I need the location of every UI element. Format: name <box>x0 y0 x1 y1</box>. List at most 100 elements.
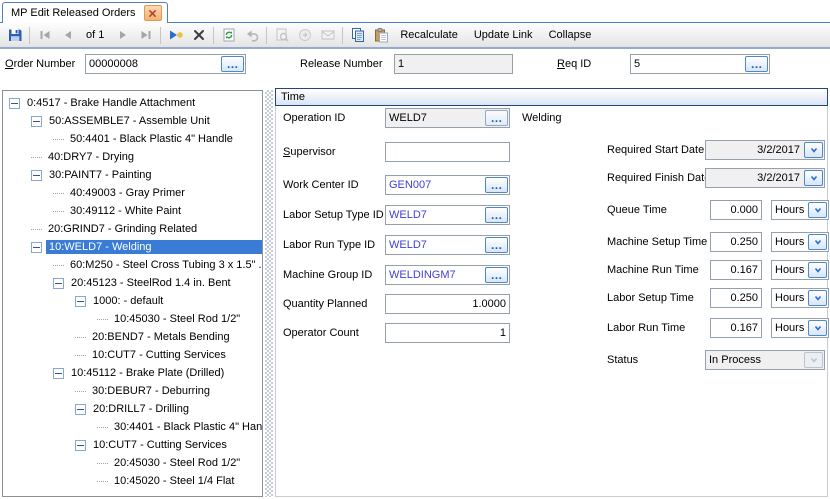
panel-splitter[interactable] <box>265 90 273 497</box>
supervisor-field <box>385 142 510 162</box>
first-record-button[interactable] <box>33 25 56 45</box>
collapse-toggle-icon[interactable] <box>75 296 86 307</box>
tree-connector <box>53 265 64 266</box>
tree-item[interactable]: 10:45112 - Brake Plate (Drilled) <box>3 364 262 382</box>
tree-item[interactable]: 50:ASSEMBLE7 - Assemble Unit <box>3 112 262 130</box>
machine-setup-time-label: Machine Setup Time <box>607 236 707 248</box>
new-record-button[interactable] <box>164 25 187 45</box>
operation-id-input[interactable] <box>386 109 484 127</box>
queue-time-unit-dropdown-button[interactable] <box>808 202 827 218</box>
tab-mp-edit-released-orders[interactable]: MP Edit Released Orders <box>2 2 168 23</box>
labor-run-time-unit-input[interactable] <box>772 319 807 337</box>
chevron-down-icon <box>813 205 823 215</box>
collapse-toggle-icon[interactable] <box>31 170 42 181</box>
tree-item[interactable]: 0:4517 - Brake Handle Attachment <box>3 94 262 112</box>
operator-count-input[interactable] <box>386 324 509 342</box>
req-id-input[interactable] <box>631 55 744 73</box>
tree-item[interactable]: 30:4401 - Black Plastic 4" Handle <box>3 418 262 436</box>
labor-setup-time-unit-dropdown-button[interactable] <box>808 290 827 306</box>
tree-item[interactable]: 30:DEBUR7 - Deburring <box>3 382 262 400</box>
tree-item[interactable]: 30:PAINT7 - Painting <box>3 166 262 184</box>
delete-button[interactable] <box>187 25 210 45</box>
tree-item[interactable]: 20:DRILL7 - Drilling <box>3 400 262 418</box>
labor-run-type-id-label: Labor Run Type ID <box>283 239 375 251</box>
machine-setup-time-unit-input[interactable] <box>772 233 807 251</box>
labor-setup-time-input[interactable] <box>711 289 761 307</box>
tree-item[interactable]: 50:4401 - Black Plastic 4" Handle <box>3 130 262 148</box>
quantity-planned-input[interactable] <box>386 295 509 313</box>
collapse-toggle-icon[interactable] <box>75 404 86 415</box>
tree-item[interactable]: 10:45020 - Steel 1/4 Flat <box>3 472 262 490</box>
order-number-input[interactable] <box>86 55 220 73</box>
tree-item[interactable]: 20:45030 - Steel Rod 1/2" <box>3 454 262 472</box>
release-number-input[interactable] <box>395 55 512 73</box>
tree-item[interactable]: 10:CUT7 - Cutting Services <box>3 436 262 454</box>
machine-run-time-label: Machine Run Time <box>607 264 699 276</box>
labor-run-time-input[interactable] <box>711 319 761 337</box>
queue-time-input[interactable] <box>711 201 761 219</box>
collapse-toggle-icon[interactable] <box>75 440 86 451</box>
machine-setup-time-input[interactable] <box>711 233 761 251</box>
collapse-toggle-icon[interactable] <box>31 242 42 253</box>
work-center-id-lookup-button[interactable]: … <box>485 177 508 193</box>
collapse-button[interactable]: Collapse <box>541 25 600 45</box>
labor-run-type-id-field: … <box>385 235 510 255</box>
queue-time-unit-input[interactable] <box>772 201 807 219</box>
tree-item-selected[interactable]: 10:WELD7 - Welding <box>3 238 262 256</box>
tree-item[interactable]: 60:M250 - Steel Cross Tubing 3 x 1.5" ..… <box>3 256 262 274</box>
save-button[interactable] <box>3 25 26 45</box>
labor-setup-time-unit-input[interactable] <box>772 289 807 307</box>
required-finish-date-input[interactable] <box>706 169 803 187</box>
labor-setup-type-id-input[interactable] <box>386 206 484 224</box>
collapse-toggle-icon[interactable] <box>53 278 64 289</box>
tree-item[interactable]: 20:GRIND7 - Grinding Related <box>3 220 262 238</box>
go-to-button[interactable] <box>293 25 316 45</box>
supervisor-input[interactable] <box>386 143 509 161</box>
tree-item[interactable]: 10:45030 - Steel Rod 1/2" <box>3 310 262 328</box>
release-number-field <box>394 54 513 74</box>
machine-group-id-lookup-button[interactable]: … <box>485 267 508 283</box>
email-button[interactable] <box>316 25 339 45</box>
status-input[interactable] <box>706 351 803 369</box>
tree-item[interactable]: 1000: - default <box>3 292 262 310</box>
collapse-toggle-icon[interactable] <box>9 98 20 109</box>
collapse-toggle-icon[interactable] <box>31 116 42 127</box>
tree-item[interactable]: 30:49112 - White Paint <box>3 202 262 220</box>
print-preview-button[interactable] <box>270 25 293 45</box>
labor-run-time-unit-dropdown-button[interactable] <box>808 320 827 336</box>
tab-close-button[interactable] <box>144 5 162 21</box>
machine-setup-time-unit-dropdown-button[interactable] <box>808 234 827 250</box>
update-link-button[interactable]: Update Link <box>466 25 541 45</box>
required-start-date-input[interactable] <box>706 141 803 159</box>
required-start-date-dropdown-button[interactable] <box>804 142 823 158</box>
labor-run-type-id-input[interactable] <box>386 236 484 254</box>
order-number-lookup-button[interactable]: … <box>221 56 244 72</box>
next-record-button[interactable] <box>111 25 134 45</box>
tree-item[interactable]: 20:BEND7 - Metals Bending <box>3 328 262 346</box>
collapse-toggle-icon[interactable] <box>53 368 64 379</box>
tree-item[interactable]: 10:CUT7 - Cutting Services <box>3 346 262 364</box>
tree-item[interactable]: 20:45123 - SteelRod 1.4 in. Bent <box>3 274 262 292</box>
refresh-button[interactable] <box>217 25 240 45</box>
required-finish-date-dropdown-button[interactable] <box>804 170 823 186</box>
labor-setup-type-id-lookup-button[interactable]: … <box>485 207 508 223</box>
labor-run-type-id-lookup-button[interactable]: … <box>485 237 508 253</box>
machine-run-time-unit-dropdown-button[interactable] <box>808 262 827 278</box>
machine-run-time-unit-input[interactable] <box>772 261 807 279</box>
machine-group-id-input[interactable] <box>386 266 484 284</box>
tree-item[interactable]: 40:49003 - Gray Primer <box>3 184 262 202</box>
chevron-down-icon <box>809 173 819 183</box>
previous-record-button[interactable] <box>56 25 79 45</box>
operation-id-lookup-button[interactable]: … <box>485 110 508 126</box>
undo-button[interactable] <box>240 25 263 45</box>
req-id-lookup-button[interactable]: … <box>745 56 768 72</box>
machine-run-time-input[interactable] <box>711 261 761 279</box>
recalculate-button[interactable]: Recalculate <box>392 25 465 45</box>
copy-button[interactable] <box>346 25 369 45</box>
time-panel: Time Operation ID … Welding Supervisor W… <box>275 88 828 497</box>
last-record-button[interactable] <box>134 25 157 45</box>
paste-button[interactable] <box>369 25 392 45</box>
tree-item[interactable]: 40:DRY7 - Drying <box>3 148 262 166</box>
time-panel-header[interactable]: Time <box>275 88 828 106</box>
work-center-id-input[interactable] <box>386 176 484 194</box>
